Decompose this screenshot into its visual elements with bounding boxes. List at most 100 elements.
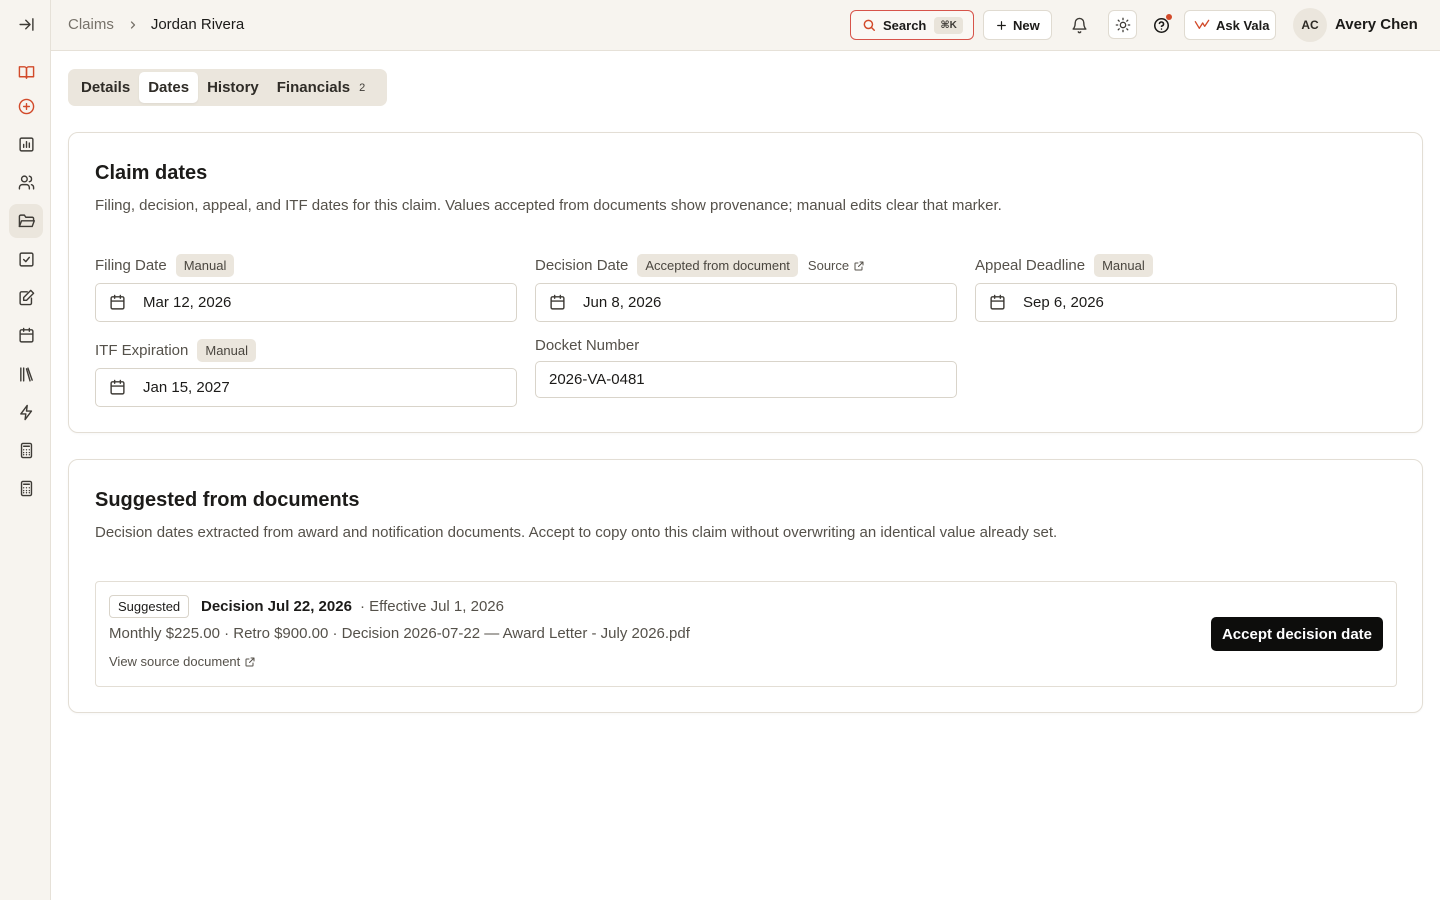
itf-expiration-input[interactable]: Jan 15, 2027 <box>95 368 517 407</box>
decision-date-source-link[interactable]: Source <box>808 258 865 273</box>
calculator-icon <box>20 442 32 458</box>
appeal-deadline-badge: Manual <box>1094 254 1153 277</box>
sidebar-item-new-case[interactable] <box>9 89 43 123</box>
notepad-pen-icon <box>18 289 34 305</box>
filing-date-badge: Manual <box>175 254 235 277</box>
suggested-title: Suggested from documents <box>95 489 360 511</box>
ask-vala-button[interactable]: Ask Vala <box>1184 10 1276 40</box>
itf-expiration-badge: Manual <box>197 339 257 362</box>
sidebar-item-automations[interactable] <box>9 395 43 429</box>
collapse-sidebar-button[interactable] <box>9 7 43 41</box>
search-icon <box>863 19 875 31</box>
new-button[interactable]: New <box>983 10 1052 40</box>
tab-financials-count: 2 <box>359 81 366 94</box>
suggested-badge: Suggested <box>109 595 190 618</box>
tab-financials[interactable]: Financials 2 <box>268 72 374 103</box>
accept-decision-date-button[interactable]: Accept decision date <box>1211 617 1383 651</box>
plus-circle-icon <box>18 98 34 114</box>
search-shortcut: ⌘K <box>934 16 963 34</box>
calendar-icon <box>989 294 1006 311</box>
vala-logo-icon <box>1194 19 1210 30</box>
sidebar-item-calculator[interactable] <box>9 433 43 467</box>
arrow-right-to-line-icon <box>18 17 34 31</box>
users-icon <box>18 174 34 190</box>
calendar-icon <box>109 294 126 311</box>
sidebar-item-reports[interactable] <box>9 127 43 161</box>
appeal-deadline-label: Appeal Deadline <box>975 257 1086 274</box>
claim-dates-card: Claim dates Filing, decision, appeal, an… <box>68 132 1423 433</box>
new-label: New <box>1013 17 1040 33</box>
tab-dates[interactable]: Dates <box>139 72 199 103</box>
claim-dates-title: Claim dates <box>95 162 208 184</box>
appeal-deadline-input[interactable]: Sep 6, 2026 <box>975 283 1397 322</box>
appeal-deadline-label-row: Appeal Deadline Manual <box>975 254 1153 277</box>
sidebar-item-tasks[interactable] <box>9 242 43 276</box>
view-source-label: View source document <box>109 654 241 669</box>
filing-date-value: Mar 12, 2026 <box>143 294 232 311</box>
top-bar: Claims Jordan Rivera Search ⌘K New Ask V… <box>51 0 1440 51</box>
filing-date-label-row: Filing Date Manual <box>95 254 235 277</box>
docket-number-label: Docket Number <box>535 337 640 354</box>
avatar[interactable]: AC <box>1293 8 1327 42</box>
sidebar-item-claims[interactable] <box>9 204 43 238</box>
breadcrumb-claims-link[interactable]: Claims <box>68 16 114 33</box>
sidebar-item-people[interactable] <box>9 165 43 199</box>
tab-financials-label: Financials <box>276 79 351 96</box>
theme-toggle-button[interactable] <box>1108 10 1137 39</box>
claim-dates-description: Filing, decision, appeal, and ITF dates … <box>95 197 1002 214</box>
zap-icon <box>19 404 32 420</box>
tab-details[interactable]: Details <box>72 72 139 103</box>
book-open-icon <box>18 65 34 79</box>
docket-number-input[interactable]: 2026-VA-0481 <box>535 361 957 398</box>
tab-history[interactable]: History <box>198 72 268 103</box>
ask-vala-label: Ask Vala <box>1216 17 1270 33</box>
sidebar-item-calculator-2[interactable] <box>9 471 43 505</box>
calendar-icon <box>109 379 126 396</box>
sidebar-item-notes[interactable] <box>9 280 43 314</box>
user-name[interactable]: Avery Chen <box>1335 16 1418 33</box>
plus-icon <box>997 20 1006 30</box>
calculator-icon <box>20 480 32 496</box>
view-source-document-link[interactable]: View source document <box>109 654 256 669</box>
bell-icon <box>1071 17 1087 33</box>
folder-open-icon <box>18 213 35 227</box>
itf-expiration-label-row: ITF Expiration Manual <box>95 339 257 362</box>
suggested-description: Decision dates extracted from award and … <box>95 524 1058 541</box>
appeal-deadline-value: Sep 6, 2026 <box>1023 294 1104 311</box>
sun-icon <box>1115 17 1130 32</box>
decision-date-label-row: Decision Date Accepted from document Sou… <box>535 254 865 277</box>
search-button[interactable]: Search ⌘K <box>850 10 974 40</box>
breadcrumb: Claims Jordan Rivera <box>68 16 244 33</box>
notifications-button[interactable] <box>1068 14 1090 36</box>
decision-date-input[interactable]: Jun 8, 2026 <box>535 283 957 322</box>
breadcrumb-current: Jordan Rivera <box>150 16 245 33</box>
decision-date-label: Decision Date <box>535 257 629 274</box>
notification-dot <box>1166 14 1172 20</box>
search-label: Search <box>883 17 927 33</box>
sidebar-item-library[interactable] <box>9 357 43 391</box>
suggestion-effective-date: · Effective Jul 1, 2026 <box>360 598 504 615</box>
filing-date-input[interactable]: Mar 12, 2026 <box>95 283 517 322</box>
tab-bar: Details Dates History Financials 2 <box>68 69 387 106</box>
bar-chart-icon <box>18 136 34 152</box>
calendar-icon <box>549 294 566 311</box>
suggestion-title: Decision Jul 22, 2026 <box>201 598 352 615</box>
external-link-icon <box>245 657 255 666</box>
sidebar-item-calendar[interactable] <box>9 318 43 352</box>
decision-date-badge: Accepted from document <box>637 254 798 277</box>
sidebar <box>0 0 51 900</box>
library-icon <box>19 366 33 382</box>
chevron-right-icon <box>127 19 139 31</box>
checkbox-icon <box>18 251 34 267</box>
help-button[interactable] <box>1150 14 1172 36</box>
sidebar-item-book[interactable] <box>9 55 43 89</box>
suggested-documents-card: Suggested from documents Decision dates … <box>68 459 1423 713</box>
external-link-icon <box>854 261 864 270</box>
itf-expiration-value: Jan 15, 2027 <box>143 379 230 396</box>
calendar-icon <box>18 327 34 343</box>
docket-number-label-row: Docket Number <box>535 337 639 354</box>
source-link-label: Source <box>807 258 850 273</box>
suggestion-item: Suggested Decision Jul 22, 2026 · Effect… <box>95 581 1397 687</box>
suggestion-details: Monthly $225.00 · Retro $900.00 · Decisi… <box>109 625 690 642</box>
itf-expiration-label: ITF Expiration <box>95 342 189 359</box>
